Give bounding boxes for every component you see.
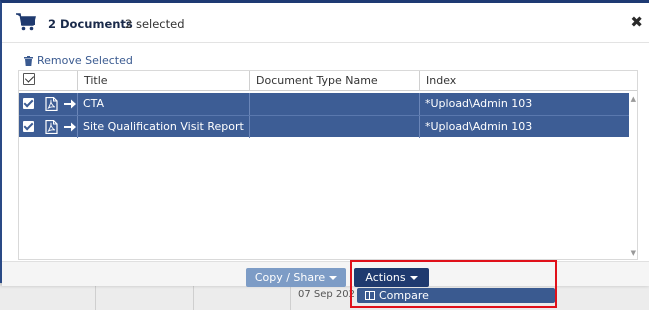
column-header-document-type[interactable]: Document Type Name <box>249 71 419 91</box>
documents-cart-modal: 2 Documents 2 selected ✖ Remove Selected… <box>0 0 649 287</box>
actions-menu-item-compare[interactable]: Compare <box>357 288 555 303</box>
cell-index: *Upload\Admin 103 <box>425 97 533 110</box>
documents-table: Title Document Type Name Index CTA *Uplo… <box>18 70 638 260</box>
caret-down-icon <box>329 276 338 280</box>
background-date-text: 07 Sep 202 <box>298 289 356 300</box>
compare-label: Compare <box>379 289 429 302</box>
table-header: Title Document Type Name Index <box>19 71 637 91</box>
scroll-up-icon[interactable]: ▲ <box>631 95 636 103</box>
cell-document-type <box>249 116 419 138</box>
cell-title: Site Qualification Visit Report <box>83 120 244 133</box>
pdf-file-icon[interactable] <box>45 120 58 134</box>
modal-footer: Copy / Share Actions <box>2 261 649 287</box>
actions-button[interactable]: Actions <box>354 268 429 287</box>
caret-down-icon <box>409 276 418 280</box>
table-scrollbar[interactable]: ▲ ▼ <box>627 91 636 259</box>
cell-title: CTA <box>83 97 105 110</box>
close-icon[interactable]: ✖ <box>630 13 643 31</box>
copy-share-button[interactable]: Copy / Share <box>246 268 346 287</box>
copy-share-label: Copy / Share <box>254 271 326 284</box>
selected-count: 2 selected <box>125 17 185 31</box>
column-header-index[interactable]: Index <box>419 71 629 91</box>
row-checkbox[interactable] <box>23 121 34 132</box>
arrow-right-icon[interactable] <box>64 97 76 111</box>
select-all-checkbox[interactable] <box>23 73 35 85</box>
documents-count: 2 Documents <box>48 17 133 31</box>
remove-selected-label: Remove Selected <box>37 54 133 67</box>
table-row[interactable]: Site Qualification Visit Report *Upload\… <box>19 115 629 138</box>
pdf-file-icon[interactable] <box>45 97 58 111</box>
cell-index: *Upload\Admin 103 <box>425 120 533 133</box>
scroll-down-icon[interactable]: ▼ <box>631 249 636 257</box>
column-header-title[interactable]: Title <box>77 71 249 91</box>
columns-icon <box>365 291 375 300</box>
arrow-right-icon[interactable] <box>64 120 76 134</box>
trash-icon <box>24 55 33 66</box>
actions-label: Actions <box>365 271 406 284</box>
modal-header: 2 Documents 2 selected ✖ <box>2 3 649 43</box>
cell-document-type <box>249 93 419 115</box>
table-row[interactable]: CTA *Upload\Admin 103 <box>19 93 629 115</box>
remove-selected-link[interactable]: Remove Selected <box>24 54 133 67</box>
row-checkbox[interactable] <box>23 98 34 109</box>
cart-icon <box>16 13 36 31</box>
